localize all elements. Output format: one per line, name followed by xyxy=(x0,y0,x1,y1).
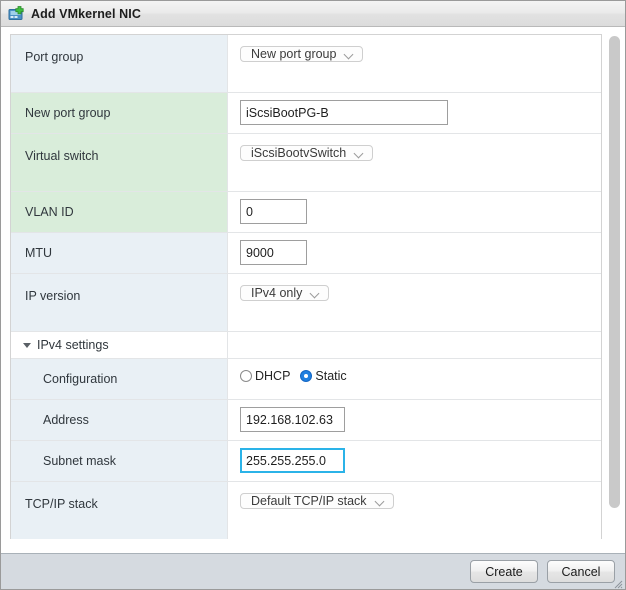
value-subnet-mask xyxy=(228,441,601,481)
radio-dhcp-icon[interactable] xyxy=(240,370,252,382)
port-group-dropdown-wrap: New port group xyxy=(240,42,364,67)
label-configuration: Configuration xyxy=(11,359,228,399)
create-button[interactable]: Create xyxy=(470,560,538,583)
form-row-mtu: MTU xyxy=(11,233,601,274)
radio-static-label: Static xyxy=(315,369,347,383)
label-mtu: MTU xyxy=(11,233,228,273)
virtual-switch-dropdown[interactable]: iScsiBootvSwitch xyxy=(240,145,374,161)
tcpip-stack-dropdown-wrap: Default TCP/IP stack xyxy=(240,489,394,514)
dialog-footer: Create Cancel xyxy=(1,553,625,589)
form-row-vlan-id: VLAN ID xyxy=(11,192,601,233)
new-port-group-input[interactable] xyxy=(240,100,448,125)
value-mtu xyxy=(228,233,601,273)
address-input[interactable] xyxy=(240,407,345,432)
dialog-titlebar: Add VMkernel NIC xyxy=(1,1,625,27)
ipv4-settings-title: IPv4 settings xyxy=(37,338,109,352)
form-row-port-group: Port group New port group xyxy=(11,35,601,93)
radio-option-dhcp[interactable]: DHCP xyxy=(240,369,290,383)
form-row-virtual-switch: Virtual switch iScsiBootvSwitch xyxy=(11,134,601,192)
radio-static-icon[interactable] xyxy=(300,370,313,382)
label-port-group: Port group xyxy=(11,35,228,92)
configuration-radio-group: DHCP Static xyxy=(240,366,357,383)
value-virtual-switch: iScsiBootvSwitch xyxy=(228,134,601,191)
vlan-id-input[interactable] xyxy=(240,199,307,224)
form-row-configuration: Configuration DHCP Static xyxy=(11,359,601,400)
form-scrollbar[interactable] xyxy=(609,34,620,539)
port-group-dropdown[interactable]: New port group xyxy=(240,46,364,62)
radio-dhcp-label: DHCP xyxy=(255,369,291,383)
label-subnet-mask: Subnet mask xyxy=(11,441,228,481)
mtu-input[interactable] xyxy=(240,240,307,265)
label-virtual-switch: Virtual switch xyxy=(11,134,228,191)
dialog-body: Port group New port group New port group… xyxy=(1,27,625,553)
resize-grip-icon[interactable] xyxy=(611,576,623,589)
ip-version-dropdown-wrap: IPv4 only xyxy=(240,281,330,306)
value-ip-version: IPv4 only xyxy=(228,274,601,331)
value-port-group: New port group xyxy=(228,35,601,92)
value-tcpip-stack: Default TCP/IP stack xyxy=(228,482,601,539)
cancel-button[interactable]: Cancel xyxy=(547,560,615,583)
value-address xyxy=(228,400,601,440)
virtual-switch-dropdown-wrap: iScsiBootvSwitch xyxy=(240,141,374,166)
form-row-address: Address xyxy=(11,400,601,441)
ipv4-settings-toggle[interactable]: IPv4 settings xyxy=(11,332,228,358)
ip-version-dropdown[interactable]: IPv4 only xyxy=(240,285,330,301)
add-vmkernel-nic-dialog: Add VMkernel NIC Port group New port gro… xyxy=(0,0,626,590)
value-vlan-id xyxy=(228,192,601,232)
label-address: Address xyxy=(11,400,228,440)
label-new-port-group: New port group xyxy=(11,93,228,133)
form-row-subnet-mask: Subnet mask xyxy=(11,441,601,482)
tcpip-stack-dropdown[interactable]: Default TCP/IP stack xyxy=(240,493,394,509)
add-nic-icon xyxy=(7,5,25,22)
label-tcpip-stack: TCP/IP stack xyxy=(11,482,228,539)
ipv4-settings-spacer xyxy=(228,332,601,358)
label-ip-version: IP version xyxy=(11,274,228,331)
form-row-tcpip-stack: TCP/IP stack Default TCP/IP stack xyxy=(11,482,601,539)
label-vlan-id: VLAN ID xyxy=(11,192,228,232)
settings-form: Port group New port group New port group… xyxy=(10,34,602,539)
radio-option-static[interactable]: Static xyxy=(300,369,347,383)
dialog-title: Add VMkernel NIC xyxy=(31,6,141,21)
ipv4-settings-section-header[interactable]: IPv4 settings xyxy=(11,332,601,359)
form-row-ip-version: IP version IPv4 only xyxy=(11,274,601,332)
scrollbar-thumb[interactable] xyxy=(609,36,620,508)
value-configuration: DHCP Static xyxy=(228,359,601,399)
triangle-down-icon xyxy=(23,342,31,348)
form-row-new-port-group: New port group xyxy=(11,93,601,134)
subnet-mask-input[interactable] xyxy=(240,448,345,473)
value-new-port-group xyxy=(228,93,601,133)
